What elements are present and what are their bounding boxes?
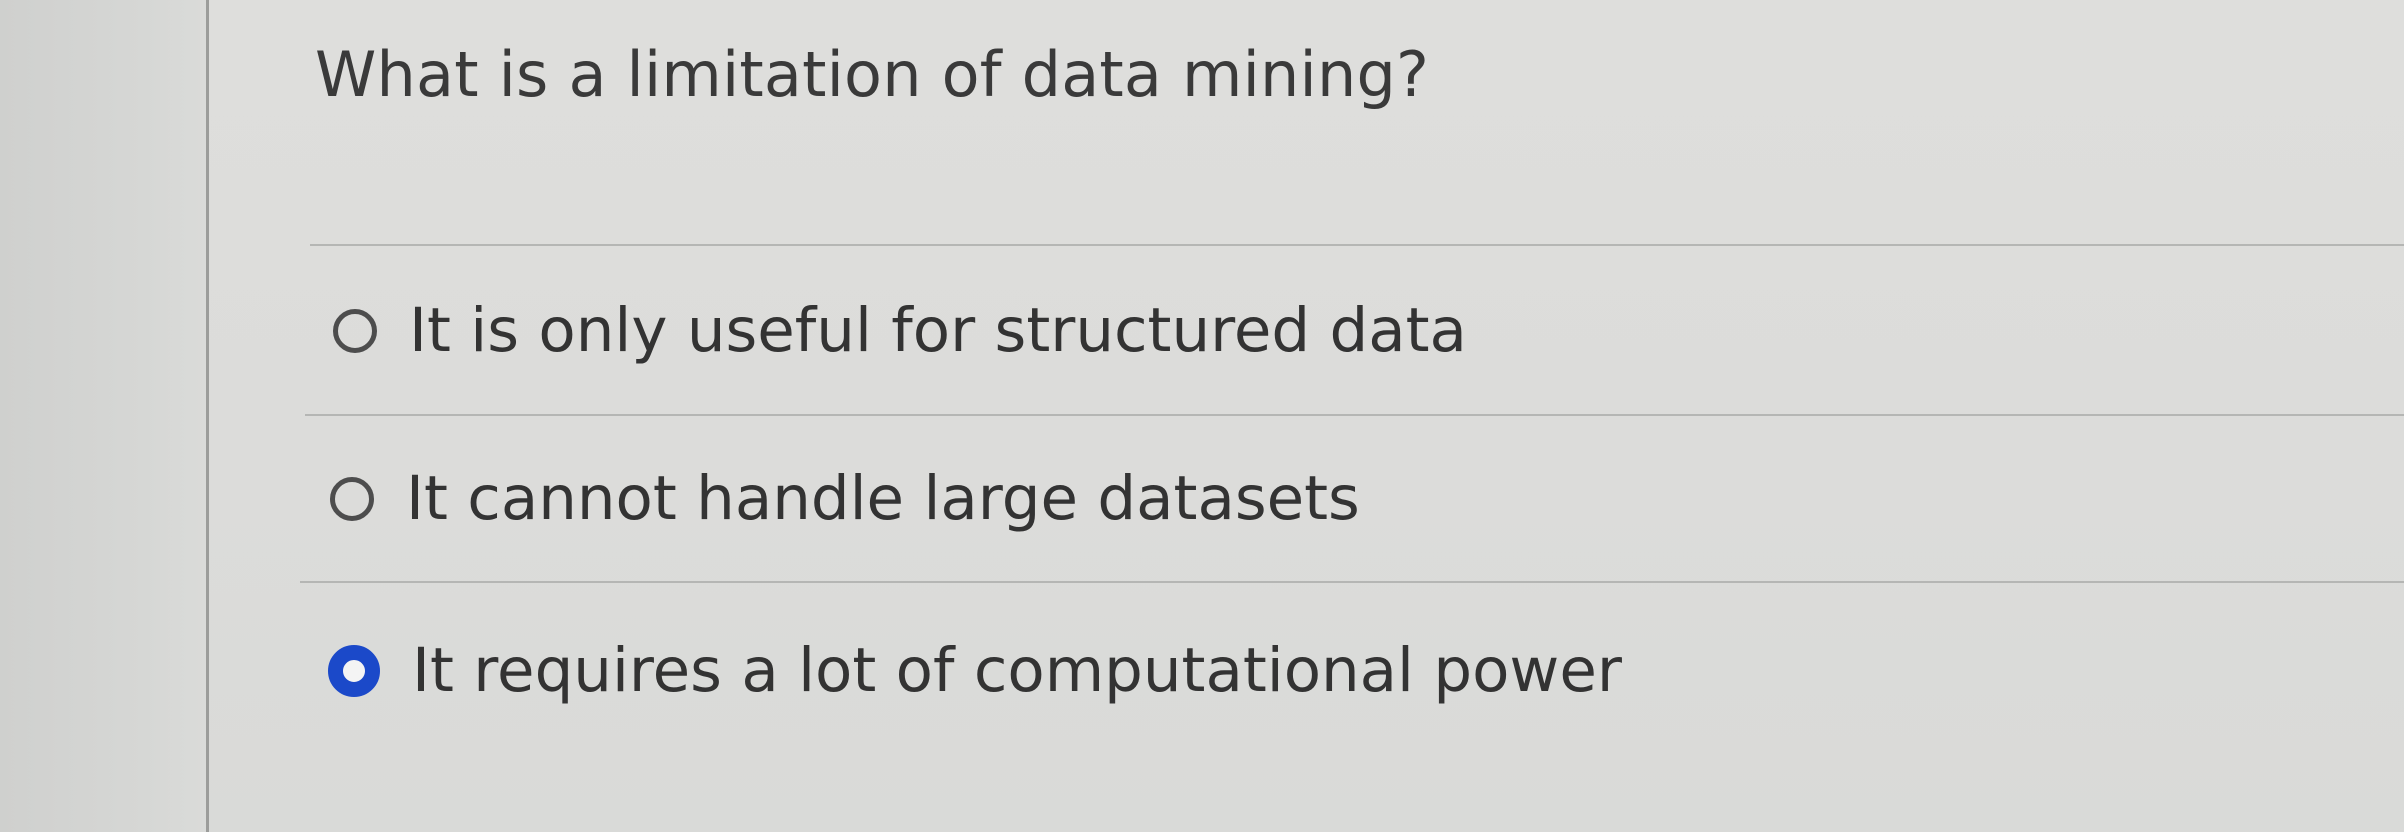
divider	[305, 414, 2404, 416]
radio-button-selected[interactable]	[328, 644, 380, 697]
answer-option-1[interactable]: It is only useful for structured data	[333, 300, 1467, 361]
answer-option-label[interactable]: It requires a lot of computational power	[412, 640, 1622, 701]
answer-option-label[interactable]: It cannot handle large datasets	[406, 468, 1360, 529]
question-text: What is a limitation of data mining?	[315, 38, 1430, 111]
divider	[310, 244, 2404, 246]
answer-option-2[interactable]: It cannot handle large datasets	[330, 468, 1360, 529]
left-margin	[0, 0, 207, 832]
radio-button-unselected[interactable]	[333, 308, 377, 353]
question-panel	[209, 0, 2404, 832]
radio-button-unselected[interactable]	[330, 476, 374, 521]
answer-option-label[interactable]: It is only useful for structured data	[409, 300, 1467, 361]
answer-option-3[interactable]: It requires a lot of computational power	[328, 640, 1622, 701]
divider	[300, 581, 2404, 583]
